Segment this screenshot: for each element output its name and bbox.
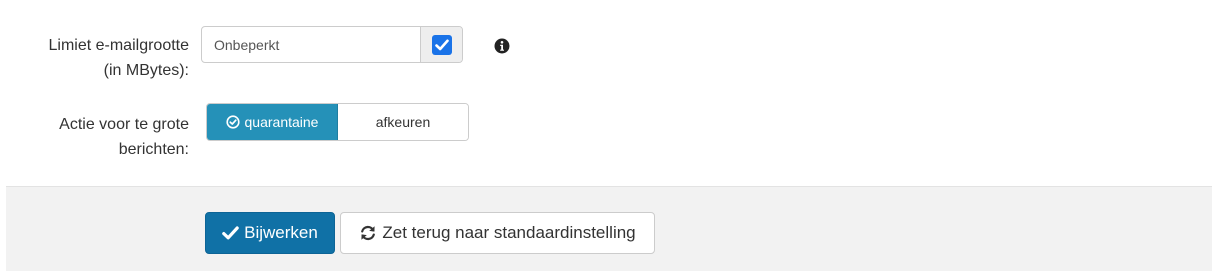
update-button[interactable]: Bijwerken [205,212,335,254]
unlimited-checkbox[interactable] [431,34,452,55]
reset-defaults-button[interactable]: Zet terug naar standaardinstelling [340,212,655,254]
size-limit-label-line2: (in MBytes): [103,62,189,79]
check-circle-icon [225,115,240,129]
info-circle-icon[interactable] [494,38,510,54]
checkmark-icon [222,226,239,240]
oversize-action-label-line2: berichten: [118,141,189,158]
option-quarantine-label: quarantaine [244,114,319,130]
reset-defaults-button-label: Zet terug naar standaardinstelling [382,223,636,242]
oversize-action-toggle: quarantaine afkeuren [206,103,469,141]
option-quarantine[interactable]: quarantaine [207,104,338,140]
update-button-label: Bijwerken [244,223,318,242]
size-limit-input[interactable] [202,27,420,62]
option-reject[interactable]: afkeuren [338,104,468,140]
checkmark-icon [434,39,449,50]
size-limit-label-line1: Limiet e-mailgrootte [48,37,190,54]
unlimited-checkbox-addon [420,27,462,62]
refresh-icon [361,225,376,241]
option-reject-label: afkeuren [375,114,431,130]
size-limit-input-group [201,26,463,63]
oversize-action-label-line1: Actie voor te grote [59,116,189,133]
